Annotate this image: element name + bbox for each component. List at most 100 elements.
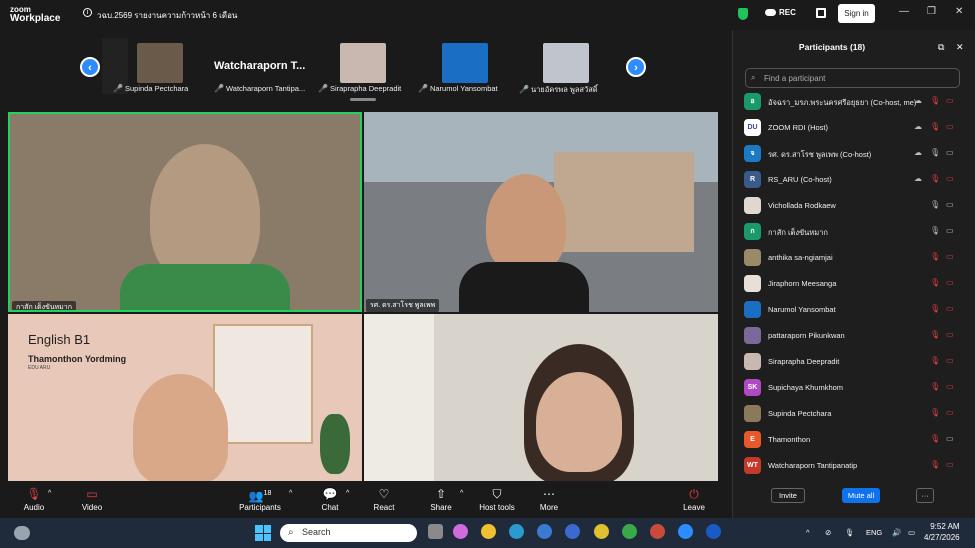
- cam-off-icon[interactable]: ▭: [946, 122, 954, 131]
- participant-row[interactable]: E Thamonthon 🎙 ▭: [740, 427, 960, 453]
- chat-button[interactable]: 💬 Chat: [316, 486, 344, 512]
- participant-row[interactable]: Supinda Pectchara 🎙 ▭: [740, 401, 960, 427]
- panel-more-button[interactable]: ···: [916, 488, 934, 503]
- cam-off-icon[interactable]: ▭: [946, 174, 954, 183]
- share-button[interactable]: ⇧ Share: [427, 486, 455, 512]
- mic-icon[interactable]: 🎙: [930, 226, 940, 235]
- volume-icon[interactable]: 🔊: [892, 528, 901, 537]
- copilot-icon[interactable]: [453, 524, 468, 539]
- filmstrip-prev-button[interactable]: ‹: [80, 57, 100, 77]
- participant-row[interactable]: Jiraphorn Meesanga 🎙 ▭: [740, 271, 960, 297]
- cam-off-icon[interactable]: ▭: [946, 460, 954, 469]
- filmstrip-resize-handle[interactable]: [350, 98, 376, 101]
- edge-icon[interactable]: [509, 524, 524, 539]
- mic-off-icon[interactable]: 🎙: [930, 434, 940, 443]
- thumb-video[interactable]: [442, 43, 488, 83]
- battery-icon[interactable]: ▭: [908, 528, 915, 537]
- filmstrip-next-button[interactable]: ›: [626, 57, 646, 77]
- mic-off-icon[interactable]: 🎙: [930, 356, 940, 365]
- participant-row[interactable]: SK Supichaya Khumkhom 🎙 ▭: [740, 375, 960, 401]
- cloud-icon[interactable]: ☁: [914, 122, 922, 131]
- cam-off-icon[interactable]: ▭: [946, 304, 954, 313]
- language-indicator[interactable]: ENG: [866, 528, 882, 537]
- invite-button[interactable]: Invite: [771, 488, 805, 503]
- participant-row[interactable]: R RS_ARU (Co-host) ☁ 🎙 ▭: [740, 167, 960, 193]
- audio-button[interactable]: 🎙 Audio: [20, 486, 48, 512]
- cam-off-icon[interactable]: ▭: [946, 96, 954, 105]
- popout-icon[interactable]: ⧉: [938, 42, 944, 53]
- security-shield-icon[interactable]: [738, 8, 748, 20]
- more-button[interactable]: ⋯ More: [535, 486, 563, 512]
- participant-row[interactable]: จ รศ. ดร.สาโรช พูลเพพ (Co-host) ☁ 🎙 ▭: [740, 141, 960, 167]
- participant-row[interactable]: pattaraporn Pikunkwan 🎙 ▭: [740, 323, 960, 349]
- close-panel-icon[interactable]: ✕: [956, 42, 964, 53]
- cam-off-icon[interactable]: ▭: [946, 330, 954, 339]
- leave-button[interactable]: ⏻ Leave: [680, 486, 708, 512]
- chrome-alt-icon[interactable]: [650, 524, 665, 539]
- participants-options-caret[interactable]: ^: [289, 490, 292, 497]
- mic-off-icon[interactable]: 🎙: [930, 96, 940, 105]
- mic-off-icon[interactable]: 🎙: [930, 122, 940, 131]
- chat-options-caret[interactable]: ^: [346, 490, 349, 497]
- microphone-icon[interactable]: 🎙: [845, 528, 855, 537]
- network-off-icon[interactable]: ⊘: [825, 528, 831, 537]
- taskbar-search-input[interactable]: Search: [280, 524, 417, 542]
- mic-off-icon[interactable]: 🎙: [930, 330, 940, 339]
- tray-overflow-icon[interactable]: ^: [806, 528, 810, 537]
- windows-start-icon[interactable]: [255, 525, 271, 541]
- share-options-caret[interactable]: ^: [460, 490, 463, 497]
- mic-off-icon[interactable]: 🎙: [930, 304, 940, 313]
- participants-button[interactable]: 👥18 Participants: [238, 486, 282, 512]
- audio-options-caret[interactable]: ^: [48, 490, 51, 497]
- cam-off-icon[interactable]: ▭: [946, 408, 954, 417]
- mic-icon[interactable]: 🎙: [930, 148, 940, 157]
- thumb-video[interactable]: [543, 43, 589, 83]
- mic-off-icon[interactable]: 🎙: [930, 252, 940, 261]
- chrome-yellow-icon[interactable]: [594, 524, 609, 539]
- react-button[interactable]: ♡ React: [370, 486, 398, 512]
- host-tools-button[interactable]: ⛉ Host tools: [477, 486, 517, 512]
- participant-row[interactable]: Narumol Yansombat 🎙 ▭: [740, 297, 960, 323]
- hp-icon[interactable]: [565, 524, 580, 539]
- cloud-icon[interactable]: ☁: [914, 148, 922, 157]
- view-grid-icon[interactable]: [816, 8, 826, 18]
- mic-off-icon[interactable]: 🎙: [930, 408, 940, 417]
- cam-icon[interactable]: ▭: [946, 434, 954, 443]
- cam-icon[interactable]: ▭: [946, 200, 954, 209]
- participant-row[interactable]: anthika sa-ngiamjai 🎙 ▭: [740, 245, 960, 271]
- cam-off-icon[interactable]: ▭: [946, 278, 954, 287]
- participant-row[interactable]: ก กาสัก เต็งขันหมาก 🎙 ▭: [740, 219, 960, 245]
- cam-icon[interactable]: ▭: [946, 148, 954, 157]
- video-button[interactable]: ▭ Video: [78, 486, 106, 512]
- rec-indicator[interactable]: REC: [766, 8, 796, 17]
- participant-row[interactable]: DU ZOOM RDI (Host) ☁ 🎙 ▭: [740, 115, 960, 141]
- chrome-icon[interactable]: [622, 524, 637, 539]
- file-explorer-icon[interactable]: [481, 524, 496, 539]
- mute-all-button[interactable]: Mute all: [842, 488, 880, 503]
- cam-off-icon[interactable]: ▭: [946, 252, 954, 261]
- weather-icon[interactable]: [14, 526, 30, 540]
- cam-off-icon[interactable]: ▭: [946, 382, 954, 391]
- video-tile[interactable]: กาสัก เต็งขันหมาก: [8, 112, 362, 312]
- cam-off-icon[interactable]: ▭: [946, 356, 954, 365]
- thumb-video[interactable]: [340, 43, 386, 83]
- participant-row[interactable]: WT Watcharaporn Tantipanatip 🎙 ▭: [740, 453, 960, 479]
- sign-in-button[interactable]: Sign in: [838, 4, 875, 23]
- participant-row[interactable]: Siraprapha Deepradit 🎙 ▭: [740, 349, 960, 375]
- participant-row[interactable]: Vichollada Rodkaew 🎙 ▭: [740, 193, 960, 219]
- task-view-icon[interactable]: [428, 524, 443, 539]
- participant-search-input[interactable]: Find a participant: [745, 68, 960, 88]
- mic-off-icon[interactable]: 🎙: [930, 174, 940, 183]
- video-tile[interactable]: รศ. ดร.สาโรช พูลเพพ: [364, 112, 718, 312]
- mic-off-icon[interactable]: 🎙: [930, 460, 940, 469]
- restore-button[interactable]: ❐: [927, 6, 936, 17]
- thumb-video[interactable]: [137, 43, 183, 83]
- close-button[interactable]: ✕: [955, 6, 963, 17]
- participant-row[interactable]: อ อัจฉรา_มรภ.พระนครศรีอยุธยา (Co-host, me…: [740, 89, 960, 115]
- cam-icon[interactable]: ▭: [946, 226, 954, 235]
- mic-off-icon[interactable]: 🎙: [930, 278, 940, 287]
- zoom-icon[interactable]: [678, 524, 693, 539]
- cloud-icon[interactable]: ☁: [914, 174, 922, 183]
- video-tile[interactable]: English B1 Thamonthon Yordming EDU ARU: [8, 314, 362, 481]
- mic-icon[interactable]: 🎙: [930, 200, 940, 209]
